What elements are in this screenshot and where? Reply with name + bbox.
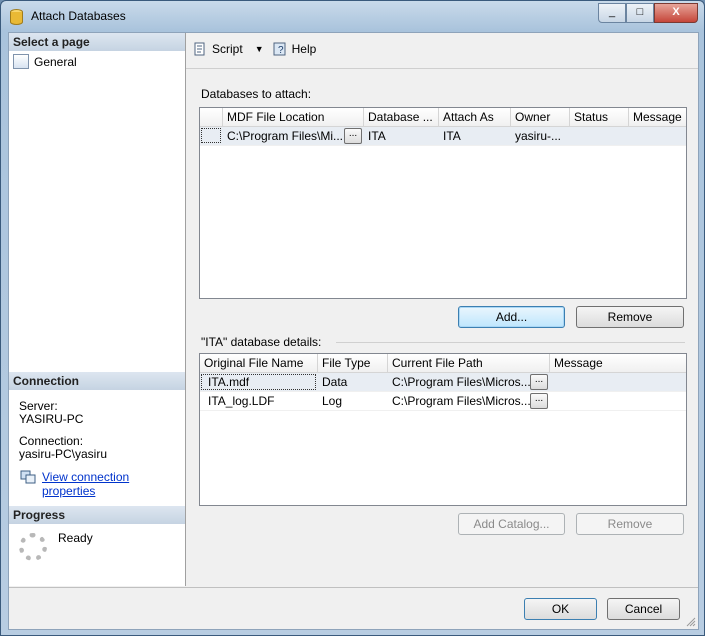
page-icon <box>13 54 29 69</box>
mdf-file-location-value: C:\Program Files\Mi... <box>227 129 344 143</box>
current-file-path-cell[interactable]: C:\Program Files\Micros... ... <box>388 373 550 391</box>
column-header[interactable]: Message <box>629 108 686 126</box>
resize-grip-icon[interactable] <box>686 617 696 627</box>
column-header[interactable]: Status <box>570 108 629 126</box>
view-connection-properties-link[interactable]: View connection properties <box>42 470 185 498</box>
table-row[interactable]: ITA.mdf Data C:\Program Files\Micros... … <box>200 373 686 392</box>
column-header[interactable]: Original File Name <box>200 354 318 372</box>
footer-divider <box>9 587 698 588</box>
page-item-label: General <box>34 54 77 69</box>
browse-button[interactable]: ... <box>530 374 548 390</box>
connection-header: Connection <box>9 372 185 390</box>
script-icon <box>194 42 205 56</box>
mdf-file-location-cell[interactable]: C:\Program Files\Mi... ... <box>223 127 364 145</box>
message-cell <box>629 127 686 145</box>
details-grid[interactable]: Original File Name File Type Current Fil… <box>199 353 687 506</box>
row-selector-header <box>200 108 223 126</box>
file-type-cell: Log <box>322 394 343 408</box>
progress-header: Progress <box>9 506 185 524</box>
status-cell <box>570 127 629 145</box>
column-header[interactable]: Owner <box>511 108 570 126</box>
toolbar-divider <box>186 68 698 69</box>
column-header[interactable]: File Type <box>318 354 388 372</box>
window-title: Attach Databases <box>31 9 126 23</box>
remove-file-button[interactable]: Remove <box>576 513 684 535</box>
column-header[interactable]: MDF File Location <box>223 108 364 126</box>
database-icon <box>10 9 23 25</box>
close-button[interactable]: X <box>654 3 698 23</box>
add-catalog-button[interactable]: Add Catalog... <box>458 513 565 535</box>
help-button[interactable]: ? Help <box>272 41 317 57</box>
table-row[interactable]: ITA_log.LDF Log C:\Program Files\Micros.… <box>200 392 686 411</box>
original-file-name-cell[interactable]: ITA.mdf <box>200 373 318 391</box>
attach-databases-window: Attach Databases _ □ X Select a page Gen… <box>0 0 705 636</box>
column-header[interactable]: Message <box>550 354 684 372</box>
message-cell <box>550 373 684 391</box>
connection-properties-icon <box>20 470 36 484</box>
ok-button[interactable]: OK <box>524 598 597 620</box>
row-selector[interactable] <box>200 127 223 145</box>
dialog-client-area: Select a page General Connection Server:… <box>8 32 699 630</box>
help-label: Help <box>291 42 317 56</box>
details-grid-header: Original File Name File Type Current Fil… <box>200 354 686 373</box>
script-label: Script <box>212 42 243 56</box>
column-header[interactable]: Attach As <box>439 108 511 126</box>
toolbar: Script ▼ ? Help <box>192 41 316 57</box>
connection-value: yasiru-PC\yasiru <box>19 447 108 461</box>
databases-grid[interactable]: MDF File Location Database ... Attach As… <box>199 107 687 299</box>
minimize-button[interactable]: _ <box>598 3 626 23</box>
attach-as-cell[interactable]: ITA <box>439 127 511 145</box>
title-bar[interactable]: Attach Databases _ □ X <box>1 1 704 33</box>
column-header[interactable]: Database ... <box>364 108 439 126</box>
page-item-general[interactable]: General <box>13 54 77 69</box>
original-file-name-cell[interactable]: ITA_log.LDF <box>200 392 318 410</box>
server-value: YASIRU-PC <box>19 412 84 426</box>
remove-database-button[interactable]: Remove <box>576 306 684 328</box>
left-pane: Select a page General Connection Server:… <box>9 33 186 586</box>
current-file-path-value: C:\Program Files\Micros... <box>392 394 531 408</box>
column-header[interactable]: Current File Path <box>388 354 550 372</box>
chevron-down-icon[interactable]: ▼ <box>255 44 264 54</box>
browse-button[interactable]: ... <box>344 128 362 144</box>
caption-buttons: _ □ X <box>598 3 698 23</box>
owner-cell[interactable]: yasiru-... <box>511 127 570 145</box>
file-type-cell: Data <box>322 375 348 389</box>
browse-button[interactable]: ... <box>530 393 548 409</box>
progress-status: Ready <box>58 531 93 545</box>
help-icon: ? <box>273 42 286 56</box>
add-button[interactable]: Add... <box>458 306 565 328</box>
details-section-label: "ITA" database details: <box>201 335 326 349</box>
script-button[interactable]: Script ▼ <box>192 41 264 57</box>
maximize-button[interactable]: □ <box>626 3 654 23</box>
current-file-path-cell[interactable]: C:\Program Files\Micros... ... <box>388 392 550 410</box>
svg-text:?: ? <box>278 45 284 56</box>
right-pane: Script ▼ ? Help Databases to attach: MDF… <box>186 33 698 586</box>
progress-spinner-icon <box>19 533 47 561</box>
cancel-button[interactable]: Cancel <box>607 598 680 620</box>
databases-section-label: Databases to attach: <box>201 87 312 101</box>
current-file-path-value: C:\Program Files\Micros... <box>392 375 531 389</box>
message-cell <box>550 392 684 410</box>
databases-grid-header: MDF File Location Database ... Attach As… <box>200 108 686 127</box>
database-cell[interactable]: ITA <box>364 127 439 145</box>
server-label: Server: <box>19 399 58 413</box>
table-row[interactable]: C:\Program Files\Mi... ... ITA ITA yasir… <box>200 127 686 146</box>
details-divider <box>336 342 685 343</box>
select-page-header: Select a page <box>9 33 185 51</box>
connection-label: Connection: <box>19 434 84 448</box>
